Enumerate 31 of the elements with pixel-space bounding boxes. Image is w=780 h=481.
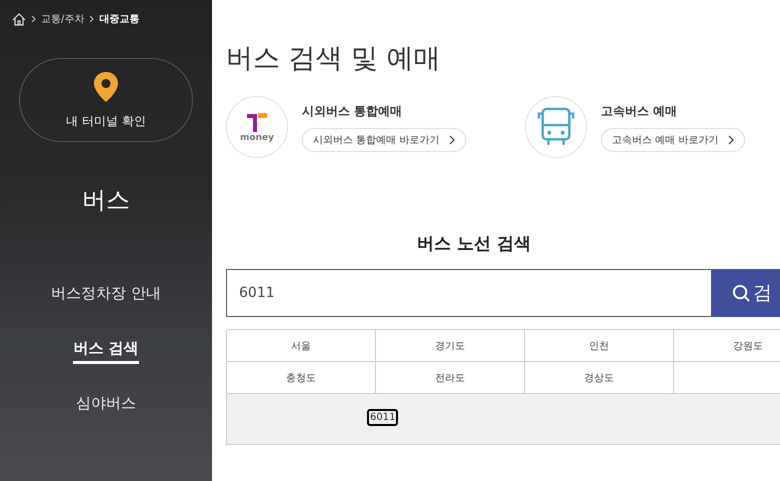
service-link-button[interactable]: 고속버스 예매 바로가기 (601, 128, 746, 152)
breadcrumb-link[interactable]: 대중교통 (99, 12, 140, 26)
location-pin-icon (93, 70, 119, 102)
route-result-button[interactable]: 6011 (367, 409, 398, 426)
sidebar-title: 버스 (82, 185, 130, 216)
chevron-icon (31, 15, 36, 23)
search-button[interactable]: 검 (712, 269, 780, 317)
region-tab[interactable]: 인천 (525, 329, 674, 362)
region-tab[interactable]: 서울 (227, 329, 376, 362)
page-title: 버스 검색 및 예매 (226, 42, 442, 76)
service-title: 시외버스 통합예매 (302, 102, 404, 120)
chevron-icon (89, 15, 94, 23)
sidebar-menu-item[interactable]: 심야버스 (76, 394, 136, 419)
service-title: 고속버스 예매 (601, 102, 678, 120)
breadcrumb-link[interactable]: 교통/주차 (41, 12, 84, 26)
service-link-button[interactable]: 시외버스 통합예매 바로가기 (302, 128, 466, 152)
chevron-icon (449, 134, 456, 144)
region-tab[interactable]: 경상도 (525, 361, 674, 394)
section-heading: 버스 노선 검색 (416, 233, 532, 255)
chevron-icon (728, 134, 734, 144)
sidebar-menu-item[interactable]: 버스정차장 안내 (51, 284, 161, 309)
sidebar-menu-item[interactable]: 버스 검색 (73, 339, 139, 364)
region-tab[interactable]: 전라도 (376, 361, 525, 394)
region-tab[interactable]: 경기도 (376, 329, 525, 362)
home-icon[interactable] (12, 12, 26, 26)
my-terminal-button[interactable]: 내 터미널 확인 (19, 58, 193, 142)
tmoney-logo: money (226, 96, 288, 158)
bus-icon (525, 96, 587, 158)
route-search-field[interactable]: 6011 (226, 269, 712, 317)
search-icon (732, 284, 751, 302)
region-tab[interactable]: 충청도 (227, 361, 376, 394)
